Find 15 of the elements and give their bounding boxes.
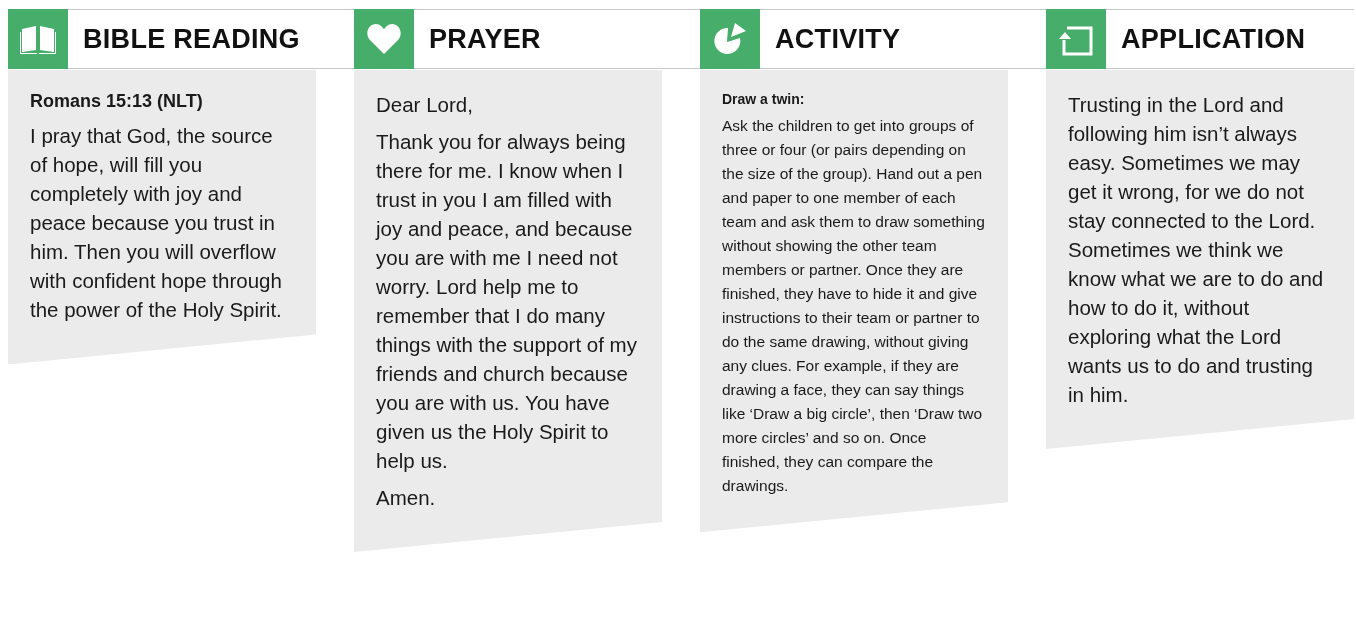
card-paragraph: I pray that God, the source of hope, will fill you completely with joy and peace because you trust in him. Then you will overflow with confident hope through the power of the Holy Spirit. <box>30 123 283 324</box>
section-title: APPLICATION <box>1121 23 1306 55</box>
pie-chart-icon <box>713 22 747 56</box>
card-paragraph: Amen. <box>376 485 437 511</box>
heart-icon <box>367 24 401 54</box>
book-icon <box>20 24 56 54</box>
section-title: ACTIVITY <box>775 23 901 55</box>
card-paragraph: Thank you for always being there for me. I know when I trust in you I am filled with joy and peace, and because you are with me I need not worry. Lord help me to remember that I do many things with the support of my friends and church because you are with us. You have given us the Holy Spirit to help us. <box>376 129 638 474</box>
card-heading: Draw a twin: <box>722 90 806 109</box>
section-title: BIBLE READING <box>83 23 300 55</box>
card-paragraph: Ask the children to get into groups of three or four (or pairs depending on the size of the group). Hand out a pen and paper to one member of each team and ask them to draw something without showing the other team members or partner. Once they are finished, they have to hide it and give instructions to their team or partner to do the same drawing, without giving any clues. For example, if they are drawing a face, they can say things like ‘Draw a big circle’, then ‘Draw two more circles’ and so on. Once finished, they can compare the drawings. <box>722 116 986 497</box>
card-paragraph: Trusting in the Lord and following him isn’t always easy. Sometimes we may get it wrong, for we do not stay connected to the Lord. Sometimes we think we know what we are to do and how to do it, without exploring what the Lord wants us to do and trusting in him. <box>1068 92 1325 408</box>
card-paragraph: Dear Lord, <box>376 92 474 118</box>
section-title: PRAYER <box>429 23 541 55</box>
card-heading: Romans 15:13 (NLT) <box>30 90 204 113</box>
